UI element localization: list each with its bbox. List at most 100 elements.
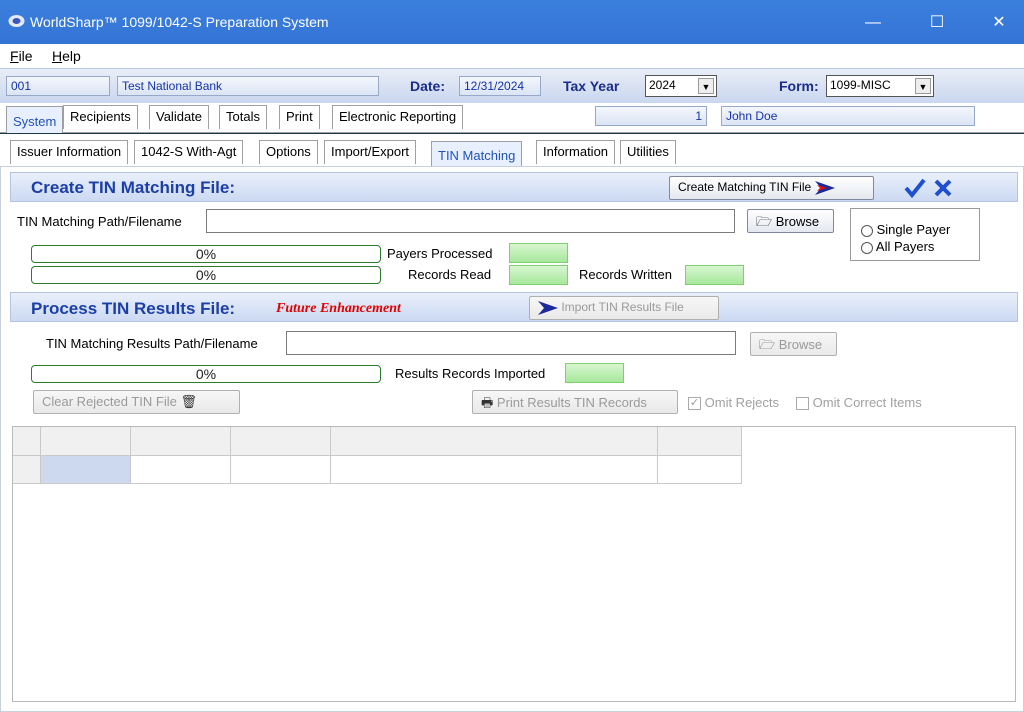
records-progress-bar: 0%	[31, 266, 381, 284]
radio-all-payers[interactable]: All Payers	[861, 239, 934, 254]
menu-bar: File Help	[0, 44, 1024, 68]
tab-system[interactable]: System	[6, 106, 64, 133]
browse-label: Browse	[775, 214, 820, 229]
create-section-title: Create TIN Matching File:	[31, 178, 236, 197]
grid-header-cell[interactable]	[131, 427, 231, 456]
radio-single-payer[interactable]: Single Payer	[861, 222, 950, 237]
grid-cell[interactable]	[131, 456, 231, 484]
form-value: 1099-MISC	[830, 78, 891, 92]
payers-processed-label: Payers Processed	[387, 246, 493, 261]
radio-single-label: Single Payer	[876, 222, 951, 237]
grid-cell[interactable]	[331, 456, 658, 484]
close-icon[interactable]: ✕	[976, 8, 1022, 38]
grid-header-cell[interactable]	[41, 427, 131, 456]
cancel-x-icon[interactable]	[934, 179, 952, 197]
results-path-input[interactable]	[286, 331, 736, 355]
tab-import-export[interactable]: Import/Export	[324, 140, 417, 164]
checkmark-icon[interactable]	[904, 178, 926, 198]
browse-button[interactable]: 🗁 Browse	[747, 209, 834, 233]
import-tin-results-button[interactable]: Import TIN Results File	[529, 296, 719, 320]
folder-open-icon: 🗁	[756, 214, 773, 229]
payers-processed-value	[509, 243, 568, 263]
records-written-label: Records Written	[579, 267, 672, 282]
import-button-label: Import TIN Results File	[561, 300, 684, 314]
arrow-right-icon	[538, 300, 558, 315]
results-browse-button[interactable]: 🗁 Browse	[750, 332, 837, 356]
tab-totals[interactable]: Totals	[219, 105, 267, 129]
tab-information[interactable]: Information	[536, 140, 616, 164]
date-field[interactable]: 12/31/2024	[459, 76, 541, 96]
tab-print[interactable]: Print	[279, 105, 320, 129]
menu-file[interactable]: File	[10, 48, 33, 64]
tin-path-label: TIN Matching Path/Filename	[17, 214, 182, 229]
payer-scope-group: Single Payer All Payers	[850, 208, 980, 261]
chevron-down-icon: ▼	[915, 78, 931, 94]
omit-rejects-label: Omit Rejects	[704, 395, 780, 410]
date-label: Date:	[410, 78, 446, 94]
omit-correct-label: Omit Correct Items	[812, 395, 922, 410]
tab-utilities[interactable]: Utilities	[620, 140, 676, 164]
omit-rejects-checkbox[interactable]: ✓ Omit Rejects	[688, 395, 780, 411]
grid-header-cell[interactable]	[658, 427, 742, 456]
form-select[interactable]: 1099-MISC ▼	[826, 75, 934, 97]
grid-header-cell[interactable]	[231, 427, 331, 456]
records-read-label: Records Read	[408, 267, 492, 282]
recipient-name-field[interactable]: John Doe	[721, 106, 975, 126]
results-browse-label: Browse	[778, 337, 823, 352]
process-section-title: Process TIN Results File:	[31, 299, 236, 318]
sub-tab-row: Issuer Information 1042-S With-Agt Optio…	[0, 134, 1024, 167]
tab-1042s-with-agt[interactable]: 1042-S With-Agt	[134, 140, 244, 164]
header-strip: 001 Test National Bank Date: 12/31/2024 …	[0, 68, 1024, 104]
printer-icon: 🖶	[481, 395, 494, 410]
tab-issuer-information[interactable]: Issuer Information	[10, 140, 129, 164]
grid-corner-cell	[13, 427, 41, 456]
clear-rejected-tin-button[interactable]: Clear Rejected TIN File 🗑	[33, 390, 240, 414]
tab-tin-matching[interactable]: TIN Matching	[431, 141, 523, 167]
clear-button-label: Clear Rejected TIN File	[42, 394, 177, 409]
minimize-icon[interactable]: —	[850, 8, 896, 38]
create-matching-tin-file-button[interactable]: Create Matching TIN File	[669, 176, 874, 200]
omit-correct-checkbox[interactable]: Omit Correct Items	[796, 395, 922, 411]
tab-options[interactable]: Options	[259, 140, 318, 164]
records-read-value	[509, 265, 568, 285]
radio-all-label: All Payers	[875, 239, 935, 254]
tab-validate[interactable]: Validate	[149, 105, 210, 129]
results-imported-label: Results Records Imported	[395, 366, 546, 381]
grid-row-header[interactable]	[13, 456, 41, 484]
menu-help[interactable]: Help	[52, 48, 81, 64]
app-logo-icon	[8, 15, 25, 27]
main-tab-row: System Recipients Validate Totals Print …	[0, 103, 1024, 133]
records-written-value	[685, 265, 744, 285]
title-bar: WorldSharp™ 1099/1042-S Preparation Syst…	[0, 0, 1024, 44]
print-button-label: Print Results TIN Records	[496, 395, 647, 410]
maximize-icon[interactable]: ☐	[914, 8, 960, 38]
checkbox-checked-icon: ✓	[688, 397, 701, 411]
tab-electronic-reporting[interactable]: Electronic Reporting	[332, 105, 464, 129]
tax-year-select[interactable]: 2024 ▼	[645, 75, 717, 97]
folder-open-icon: 🗁	[759, 337, 776, 352]
print-results-button[interactable]: 🖶 Print Results TIN Records	[472, 390, 678, 414]
tax-year-value: 2024	[649, 78, 676, 92]
grid-cell[interactable]	[231, 456, 331, 484]
checkbox-empty-icon	[796, 397, 809, 411]
process-section-bar: Process TIN Results File: Future Enhance…	[10, 292, 1018, 322]
form-label: Form:	[779, 78, 819, 94]
results-path-label: TIN Matching Results Path/Filename	[46, 336, 258, 351]
tin-path-input[interactable]	[206, 209, 735, 233]
tab-recipients[interactable]: Recipients	[63, 105, 138, 129]
recipient-number-field[interactable]: 1	[595, 106, 707, 126]
grid-header-cell[interactable]	[331, 427, 658, 456]
create-button-label: Create Matching TIN File	[678, 180, 812, 194]
results-grid[interactable]	[12, 426, 1016, 702]
issuer-name-field[interactable]: Test National Bank	[117, 76, 379, 96]
results-progress-bar: 0%	[31, 365, 381, 383]
radio-circle-icon	[861, 241, 873, 254]
tax-year-label: Tax Year	[563, 78, 620, 94]
issuer-id-field[interactable]: 001	[6, 76, 110, 96]
window-title: WorldSharp™ 1099/1042-S Preparation Syst…	[30, 14, 329, 30]
grid-cell[interactable]	[658, 456, 742, 484]
results-imported-value	[565, 363, 624, 383]
chevron-down-icon: ▼	[698, 78, 714, 94]
grid-cell-selected[interactable]	[41, 456, 131, 484]
arrow-right-icon	[814, 180, 835, 195]
